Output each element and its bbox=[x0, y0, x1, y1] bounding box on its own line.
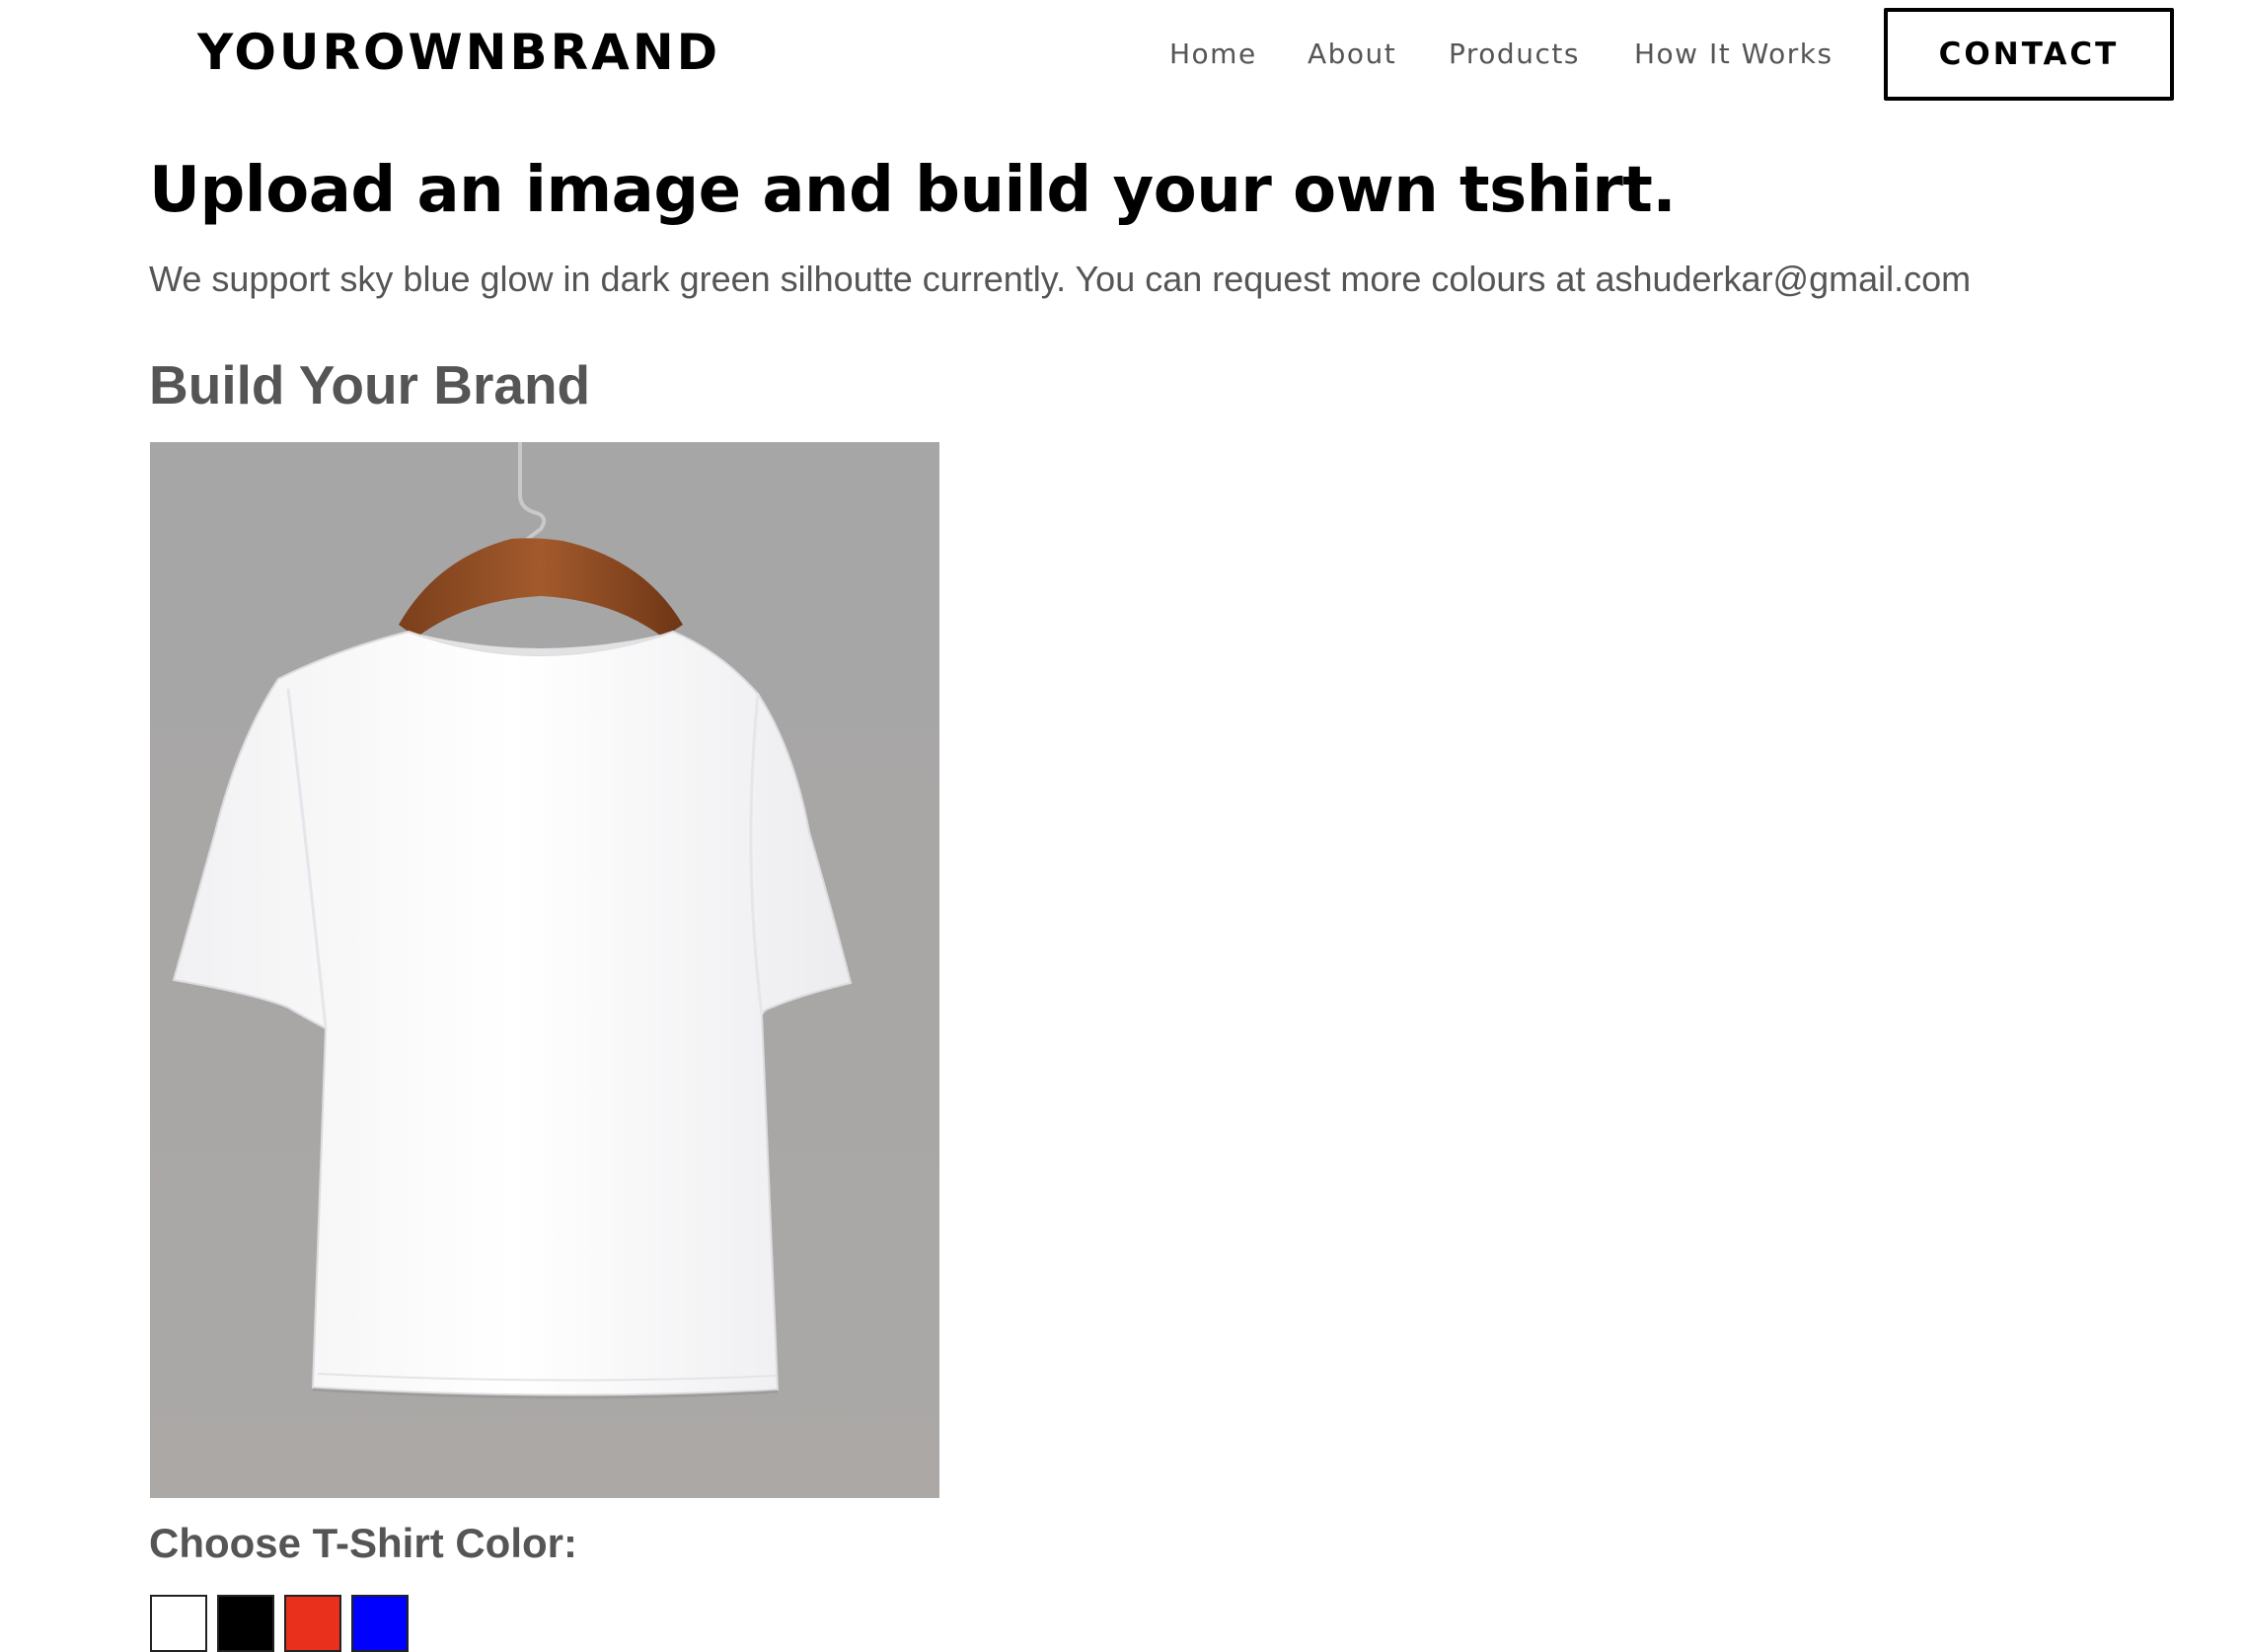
tshirt-preview bbox=[150, 442, 939, 1498]
nav-home-link[interactable]: Home bbox=[1169, 38, 1257, 70]
page-title: Upload an image and build your own tshir… bbox=[149, 154, 1677, 227]
color-swatch-blue[interactable] bbox=[351, 1595, 409, 1652]
color-chooser-label: Choose T-Shirt Color: bbox=[149, 1520, 577, 1566]
nav-about-link[interactable]: About bbox=[1308, 38, 1396, 70]
color-swatch-black[interactable] bbox=[217, 1595, 274, 1652]
contact-button[interactable]: CONTACT bbox=[1884, 8, 2174, 101]
nav-products-link[interactable]: Products bbox=[1449, 38, 1580, 70]
color-swatches bbox=[150, 1595, 409, 1652]
page-subtitle: We support sky blue glow in dark green s… bbox=[149, 259, 1972, 299]
section-heading: Build Your Brand bbox=[149, 354, 591, 415]
color-swatch-red[interactable] bbox=[284, 1595, 341, 1652]
color-swatch-white[interactable] bbox=[150, 1595, 207, 1652]
nav-how-it-works-link[interactable]: How It Works bbox=[1634, 38, 1833, 70]
tshirt-on-hanger-image bbox=[150, 442, 939, 1498]
brand-logo[interactable]: YOUROWNBRAND bbox=[197, 24, 720, 81]
